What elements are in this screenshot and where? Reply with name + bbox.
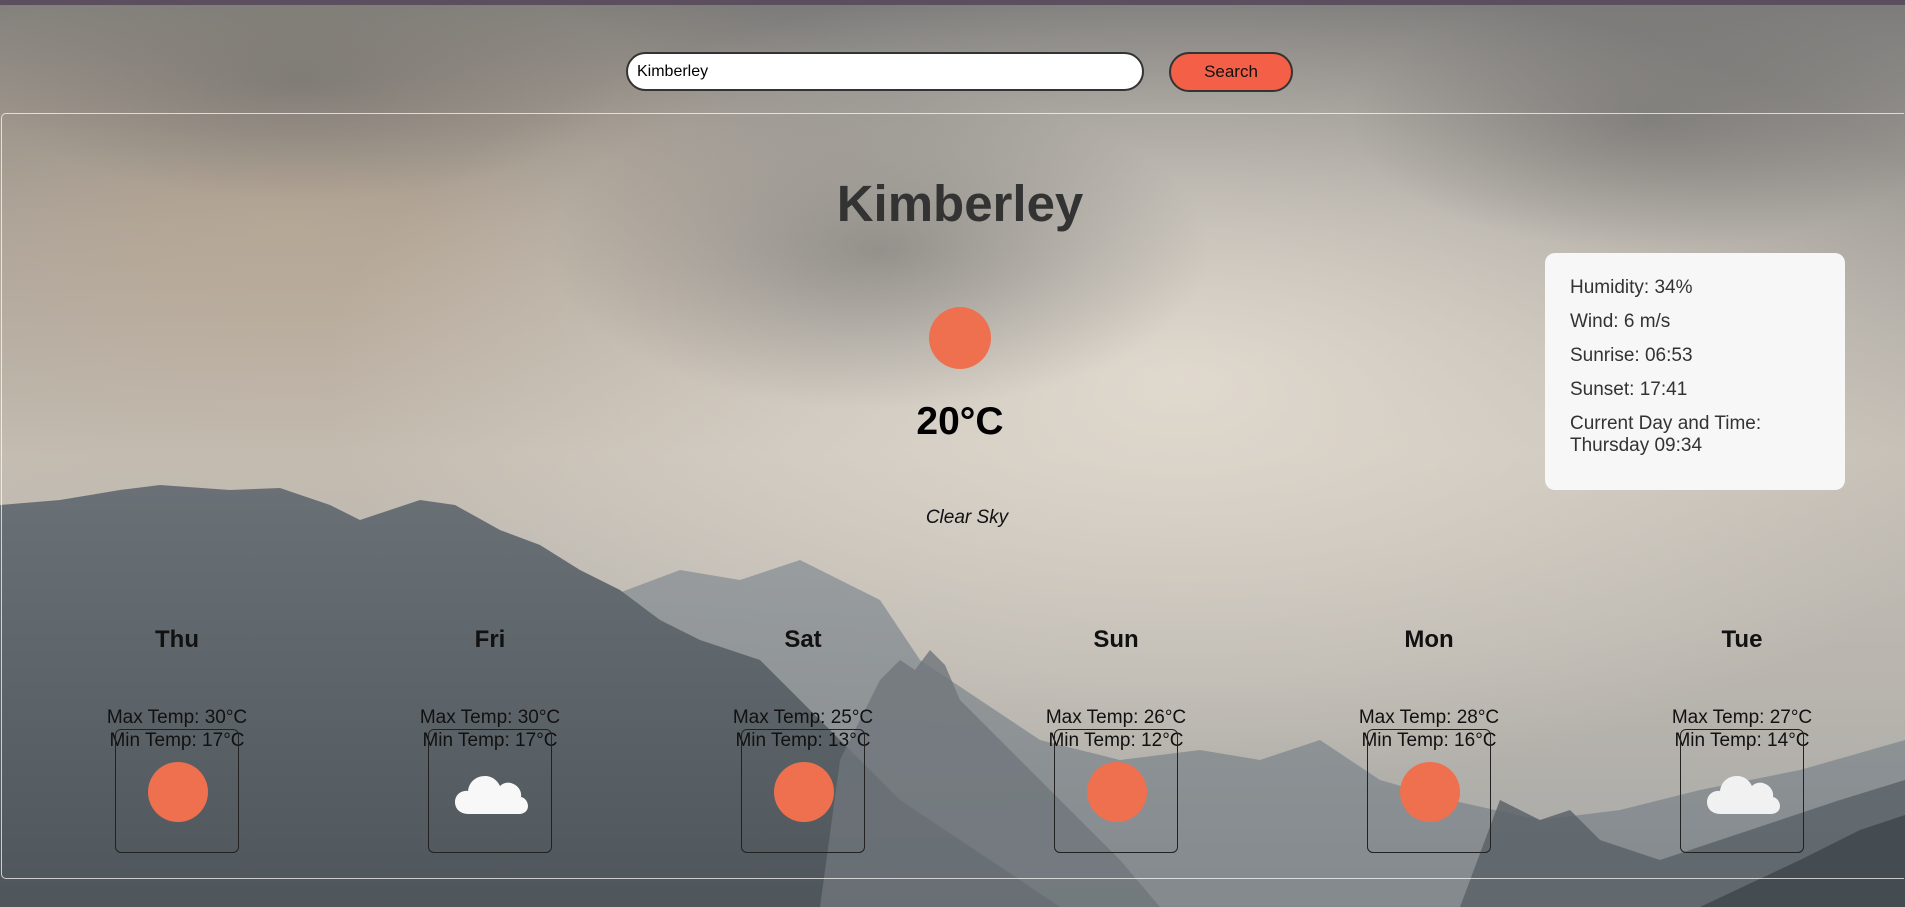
- forecast-max-temp: Max Temp: 28°C: [1358, 707, 1500, 728]
- forecast-day-name: Sun: [1093, 626, 1139, 653]
- forecast-icon-box: [428, 729, 552, 853]
- forecast-icon-box: [1054, 729, 1178, 853]
- forecast-max-temp: Max Temp: 26°C: [1045, 707, 1187, 728]
- forecast-day-name: Mon: [1404, 626, 1454, 653]
- cloud-icon: [455, 776, 528, 814]
- sun-icon: [1400, 762, 1460, 822]
- sunrise-text: Sunrise: 06:53: [1570, 345, 1693, 366]
- datetime-value: Thursday 09:34: [1570, 435, 1703, 456]
- forecast-max-temp: Max Temp: 30°C: [106, 707, 248, 728]
- forecast-icon-box: [1680, 729, 1804, 853]
- search-input[interactable]: [626, 52, 1144, 91]
- forecast-day-name: Sat: [784, 626, 822, 653]
- weather-details-card: Humidity: 34% Wind: 6 m/s Sunrise: 06:53…: [1545, 253, 1845, 490]
- cloud-icon: [1707, 776, 1780, 814]
- forecast-day: Sat Max Temp: 25°C Min Temp: 13°C: [683, 625, 923, 853]
- forecast-max-temp: Max Temp: 30°C: [419, 707, 561, 728]
- forecast-day: Fri Max Temp: 30°C Min Temp: 17°C: [370, 625, 610, 853]
- forecast-day-name: Thu: [155, 626, 199, 653]
- weather-description: Clear Sky: [925, 507, 1009, 528]
- forecast-day-name: Tue: [1721, 626, 1763, 653]
- forecast-icon-box: [741, 729, 865, 853]
- forecast-icon-box: [115, 729, 239, 853]
- city-name: Kimberley: [836, 175, 1084, 232]
- current-datetime: Current Day and Time: Thursday 09:34: [1570, 413, 1820, 457]
- forecast-max-temp: Max Temp: 25°C: [732, 707, 874, 728]
- search-button[interactable]: Search: [1169, 52, 1293, 92]
- humidity-text: Humidity: 34%: [1570, 277, 1693, 298]
- wind-text: Wind: 6 m/s: [1570, 311, 1671, 332]
- sun-icon: [148, 762, 208, 822]
- forecast-day: Tue Max Temp: 27°C Min Temp: 14°C: [1622, 625, 1862, 853]
- forecast-day: Thu Max Temp: 30°C Min Temp: 17°C: [57, 625, 297, 853]
- top-browser-strip: [0, 0, 1905, 5]
- forecast-day: Sun Max Temp: 26°C Min Temp: 12°C: [996, 625, 1236, 853]
- datetime-label: Current Day and Time:: [1570, 413, 1762, 434]
- forecast-day-name: Fri: [474, 626, 506, 653]
- forecast-max-temp: Max Temp: 27°C: [1671, 707, 1813, 728]
- forecast-day: Mon Max Temp: 28°C Min Temp: 16°C: [1309, 625, 1549, 853]
- sun-icon: [774, 762, 834, 822]
- sunset-text: Sunset: 17:41: [1570, 379, 1688, 400]
- sun-icon: [1087, 762, 1147, 822]
- sun-icon: [929, 307, 991, 369]
- forecast-icon-box: [1367, 729, 1491, 853]
